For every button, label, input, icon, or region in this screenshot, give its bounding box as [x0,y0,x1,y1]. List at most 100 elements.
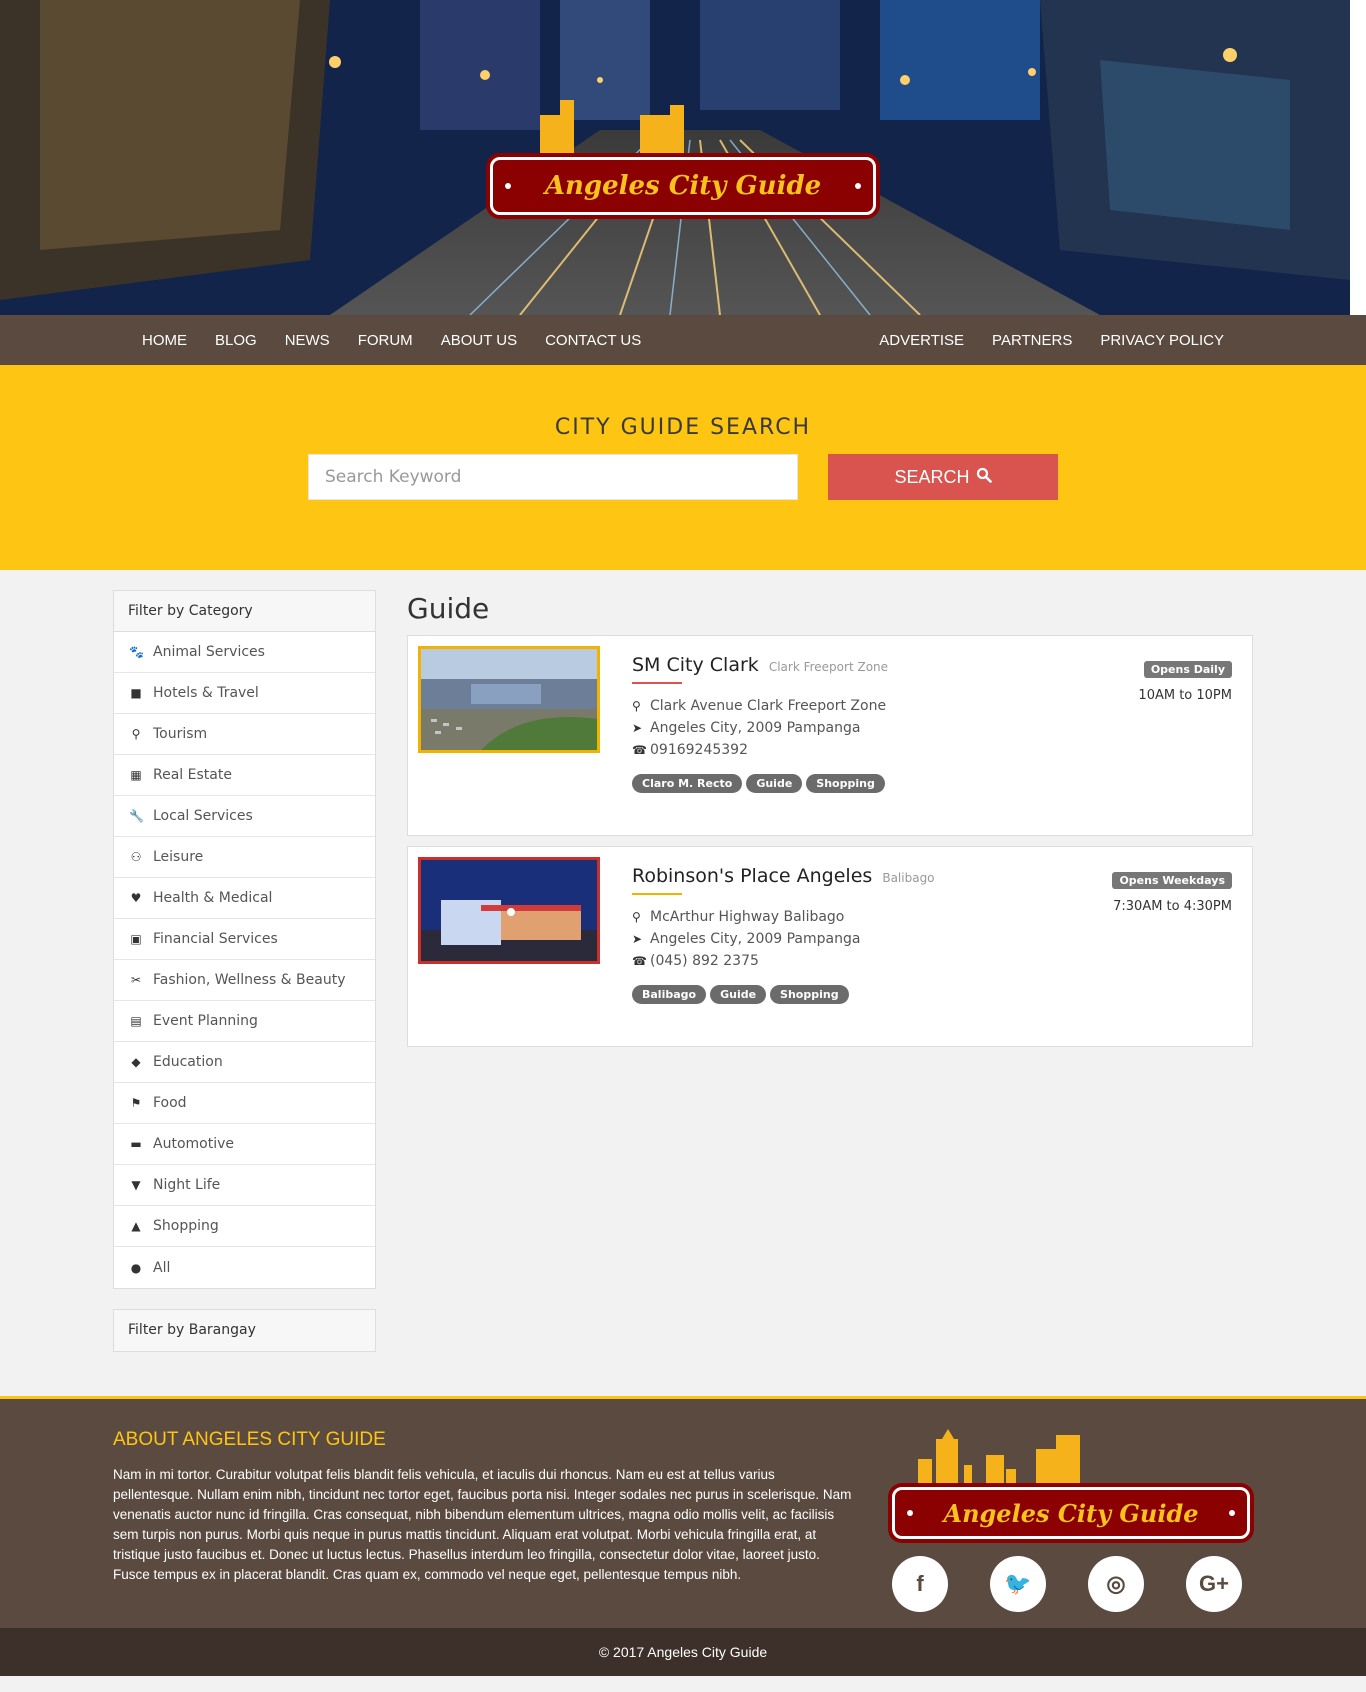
tag[interactable]: Balibago [632,985,707,1004]
instagram-icon[interactable]: ◎ [1088,1556,1144,1612]
phone-text: 09169245392 [650,742,748,758]
paw-icon: 🐾 [129,645,144,659]
listing-card[interactable]: Robinson's Place Angeles Balibago ⚲ McArt… [407,846,1253,1047]
sidebar: Filter by Category 🐾 Animal Services ■ Hot… [113,590,376,1396]
category-education[interactable]: ◆ Education [114,1042,375,1083]
category-financial-services[interactable]: ▣ Financial Services [114,919,375,960]
listing-name: Robinson's Place Angeles [632,865,873,887]
logo-dot-right [855,183,861,189]
category-filter-title: Filter by Category [114,591,375,632]
globe-icon: ● [130,1260,142,1275]
hours-text: 7:30AM to 4:30PM [1113,899,1232,914]
hours-text: 10AM to 10PM [1138,688,1232,703]
heartbeat-icon: ♥ [130,891,142,905]
category-label: Health & Medical [153,890,273,906]
nav-right: ADVERTISE PARTNERS PRIVACY POLICY [865,332,1238,349]
opening-badge: Opens Daily [1143,661,1232,678]
nav-contact-us[interactable]: CONTACT US [545,332,641,349]
scissors-icon: ✂ [130,973,142,987]
listing-image[interactable] [418,857,600,964]
listing-card[interactable]: SM City Clark Clark Freeport Zone ⚲ Clark… [407,635,1253,836]
listing-address: ⚲ Clark Avenue Clark Freeport Zone [632,698,1052,714]
wrench-icon: 🔧 [129,809,144,823]
nav-forum[interactable]: FORUM [358,332,413,349]
search-input[interactable] [308,454,798,500]
category-label: Shopping [153,1218,219,1234]
tag[interactable]: Guide [710,985,767,1004]
listing-area: Guide SM City Clark Clark Freeport Zone [407,590,1253,1396]
category-label: Education [153,1054,223,1070]
nav-left: HOME BLOG NEWS FORUM ABOUT US CONTACT US [128,332,655,349]
category-all[interactable]: ● All [114,1247,375,1288]
facebook-icon[interactable]: f [892,1556,948,1612]
listing-title[interactable]: SM City Clark Clark Freeport Zone [632,654,1052,676]
category-fashion-wellness-beauty[interactable]: ✂ Fashion, Wellness & Beauty [114,960,375,1001]
nav-partners[interactable]: PARTNERS [992,332,1072,349]
category-animal-services[interactable]: 🐾 Animal Services [114,632,375,673]
listing-body: SM City Clark Clark Freeport Zone ⚲ Clark… [632,654,1052,793]
category-automotive[interactable]: ▬ Automotive [114,1124,375,1165]
category-label: Local Services [153,808,253,824]
phone-icon: ☎ [632,954,647,968]
category-event-planning[interactable]: ▤ Event Planning [114,1001,375,1042]
category-food[interactable]: ⚑ Food [114,1083,375,1124]
category-shopping[interactable]: ▲ Shopping [114,1206,375,1247]
map-marker-icon: ⚲ [131,727,141,741]
listing-body: Robinson's Place Angeles Balibago ⚲ McArt… [632,865,1052,1004]
suitcase-icon: ■ [130,686,142,700]
google-plus-icon[interactable]: G+ [1186,1556,1242,1612]
search-title: CITY GUIDE SEARCH [554,415,812,440]
nav-about-us[interactable]: ABOUT US [441,332,517,349]
twitter-icon[interactable]: 🐦 [990,1556,1046,1612]
footer-logo-plate: Angeles City Guide [892,1487,1250,1539]
footer-logo[interactable]: Angeles City Guide [892,1429,1252,1539]
location-arrow-icon: ➤ [632,932,643,946]
search-button[interactable]: SEARCH [828,454,1058,500]
search-row: SEARCH [0,454,1366,500]
nav-advertise[interactable]: ADVERTISE [879,332,964,349]
shopping-bag-icon: ▲ [131,1219,141,1233]
category-label: Food [153,1095,187,1111]
map-marker-icon: ⚲ [632,699,641,713]
listing-title[interactable]: Robinson's Place Angeles Balibago [632,865,1052,887]
site-logo[interactable]: Angeles City Guide [490,100,876,215]
barangay-filter-title: Filter by Barangay [114,1310,375,1351]
logo-dot-left [907,1510,913,1516]
building-icon: ▦ [130,768,142,782]
nav-privacy-policy[interactable]: PRIVACY POLICY [1100,332,1224,349]
nav-blog[interactable]: BLOG [215,332,257,349]
category-label: Event Planning [153,1013,258,1029]
listing-area-name: Clark Freeport Zone [768,660,889,674]
title-underline [632,682,682,684]
listing-phone: ☎ (045) 892 2375 [632,953,1052,969]
category-filter: Filter by Category 🐾 Animal Services ■ Hot… [113,590,376,1289]
category-hotels-travel[interactable]: ■ Hotels & Travel [114,673,375,714]
category-tourism[interactable]: ⚲ Tourism [114,714,375,755]
category-real-estate[interactable]: ▦ Real Estate [114,755,375,796]
category-leisure[interactable]: ⚇ Leisure [114,837,375,878]
tag[interactable]: Guide [746,774,803,793]
hero-right-edge [1350,0,1366,315]
category-local-services[interactable]: 🔧 Local Services [114,796,375,837]
cutlery-icon: ⚑ [130,1096,142,1110]
location-arrow-icon: ➤ [632,721,643,735]
listing-address: ⚲ McArthur Highway Balibago [632,909,1052,925]
category-health-medical[interactable]: ♥ Health & Medical [114,878,375,919]
category-night-life[interactable]: ▼ Night Life [114,1165,375,1206]
tag[interactable]: Shopping [806,774,885,793]
listing-city: ➤ Angeles City, 2009 Pampanga [632,931,1052,947]
tag[interactable]: Claro M. Recto [632,774,743,793]
tag[interactable]: Shopping [770,985,849,1004]
search-button-label: SEARCH [894,466,970,487]
nav-news[interactable]: NEWS [285,332,330,349]
nav-home[interactable]: HOME [142,332,187,349]
main-nav: HOME BLOG NEWS FORUM ABOUT US CONTACT US… [0,315,1366,365]
footer: ABOUT ANGELES CITY GUIDE Nam in mi torto… [0,1396,1366,1628]
listing-image[interactable] [418,646,600,753]
category-label: Leisure [153,849,204,865]
bicycle-icon: ⚇ [130,850,142,864]
logo-dot-left [505,183,511,189]
logo-dot-right [1229,1510,1235,1516]
barangay-filter[interactable]: Filter by Barangay [113,1309,376,1352]
glass-icon: ▼ [131,1178,141,1192]
